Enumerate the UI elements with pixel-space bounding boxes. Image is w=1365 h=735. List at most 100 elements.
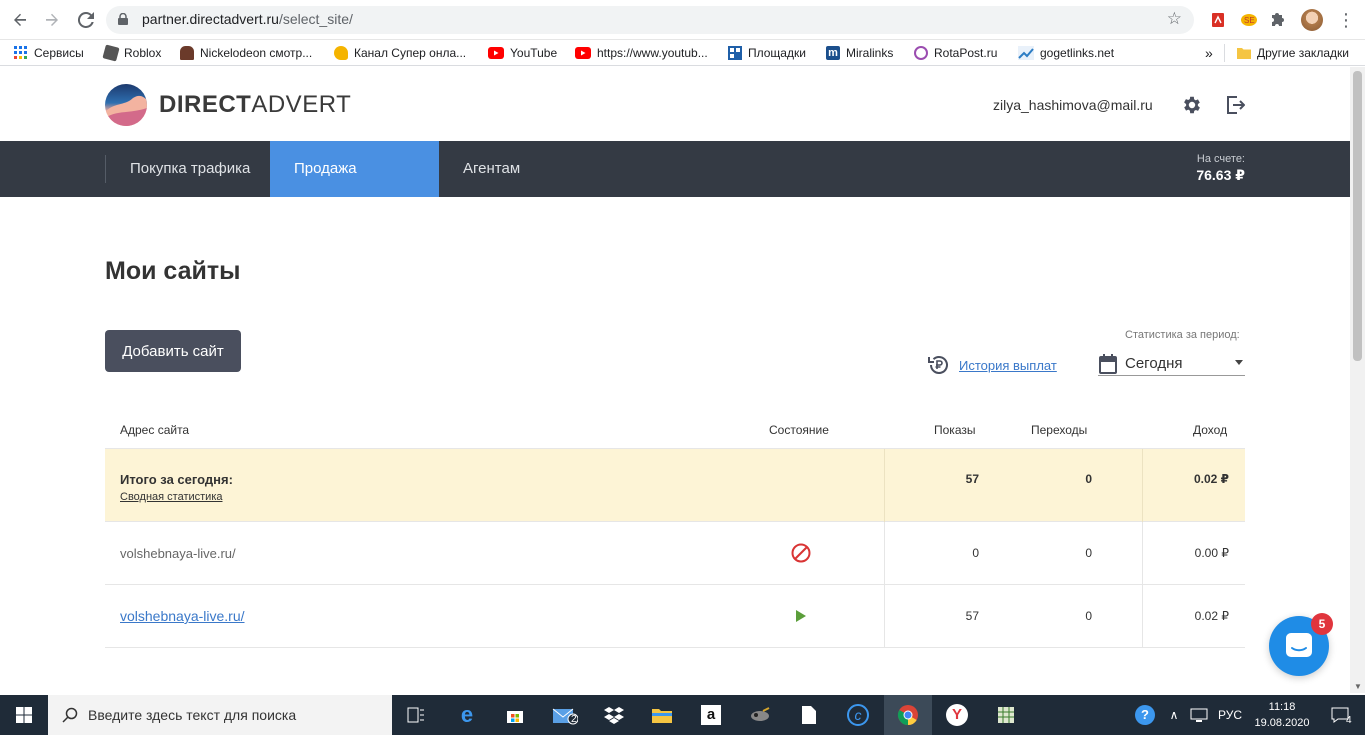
input-language[interactable]: РУС <box>1218 695 1242 735</box>
file-explorer-icon[interactable] <box>638 695 686 735</box>
store-icon[interactable] <box>491 695 539 735</box>
youtube-icon <box>575 47 591 59</box>
table-header: Адрес сайта Состояние Показы Переходы До… <box>105 415 1245 449</box>
roblox-icon <box>102 44 120 62</box>
header-views: Показы <box>934 423 976 437</box>
bookmark-youtube[interactable]: YouTube <box>488 44 557 62</box>
bookmark-platforms[interactable]: Площадки <box>728 44 806 62</box>
bookmark-gogetlinks[interactable]: gogetlinks.net <box>1018 44 1114 62</box>
column-divider <box>884 585 885 648</box>
windows-taskbar: Введите здесь текст для поиска e 2 a c Y… <box>0 695 1365 735</box>
url-text: partner.directadvert.ru/select_site/ <box>142 11 353 27</box>
menu-dots-icon[interactable]: ⋮ <box>1334 8 1358 32</box>
puzzle-extensions-icon[interactable] <box>1267 8 1291 32</box>
bookmark-label: Другие закладки <box>1257 46 1349 60</box>
document-icon[interactable] <box>785 695 833 735</box>
chrome-icon[interactable] <box>884 695 932 735</box>
app-icon[interactable] <box>736 695 784 735</box>
chart-icon <box>1018 46 1034 60</box>
network-icon[interactable] <box>1187 695 1211 735</box>
nav-sell-traffic[interactable]: Продажа трафика <box>270 141 439 233</box>
bookmark-label: YouTube <box>510 46 558 60</box>
edge-browser-icon[interactable]: e <box>443 695 491 735</box>
bookmarks-divider <box>1224 44 1225 62</box>
youtube-icon <box>488 47 504 59</box>
address-bar[interactable]: partner.directadvert.ru/select_site/ ☆ <box>106 6 1194 34</box>
bookmark-rotapost[interactable]: RotaPost.ru <box>914 44 997 62</box>
yandex-browser-icon[interactable]: Y <box>933 695 981 735</box>
mail-icon[interactable]: 2 <box>541 695 589 735</box>
blocked-status-icon <box>791 543 811 563</box>
bookmarks-bar: Сервисы Roblox Nickelodeon смотр... Кана… <box>0 40 1365 66</box>
forward-arrow-icon[interactable] <box>40 8 64 32</box>
summary-stats-link[interactable]: Сводная статистика <box>120 491 223 503</box>
amazon-icon[interactable]: a <box>687 695 735 735</box>
back-arrow-icon[interactable] <box>8 8 32 32</box>
nav-buy-traffic[interactable]: Покупка трафика <box>106 141 274 197</box>
lock-icon <box>118 13 128 25</box>
notifications-icon[interactable]: 4 <box>1320 695 1360 735</box>
gear-icon[interactable] <box>1181 94 1203 116</box>
bookmark-nickelodeon[interactable]: Nickelodeon смотр... <box>180 44 312 62</box>
site-address-link[interactable]: volshebnaya-live.ru/ <box>120 608 245 624</box>
header-clicks: Переходы <box>1031 423 1088 437</box>
ccleaner-icon[interactable]: c <box>834 695 882 735</box>
more-bookmarks-button[interactable]: » <box>1205 44 1213 62</box>
site-header: DIRECTADVERT zilya_hashimova@mail.ru <box>0 67 1350 141</box>
nav-agents[interactable]: Агентам <box>439 141 544 197</box>
calendar-icon <box>1099 354 1117 374</box>
reload-icon[interactable] <box>74 8 98 32</box>
page-scrollbar[interactable]: ▼ <box>1350 67 1365 693</box>
scroll-down-arrow-icon[interactable]: ▼ <box>1354 682 1362 691</box>
page-content: DIRECTADVERT zilya_hashimova@mail.ru Пок… <box>0 67 1350 693</box>
windows-start-button[interactable] <box>0 695 48 735</box>
bookmark-label: Roblox <box>124 46 162 60</box>
system-clock[interactable]: 11:18 19.08.2020 <box>1253 699 1311 731</box>
account-balance: На счете: 76.63 ₽ <box>1196 153 1245 184</box>
bookmark-services[interactable]: Сервисы <box>14 44 84 62</box>
help-icon[interactable]: ? <box>1130 695 1160 735</box>
period-label: Статистика за период: <box>1125 329 1240 341</box>
pdf-extension-icon[interactable] <box>1206 8 1230 32</box>
total-views: 57 <box>965 472 979 486</box>
add-site-button[interactable]: Добавить сайт <box>105 330 241 372</box>
period-select[interactable]: Сегодня <box>1098 352 1245 376</box>
user-email[interactable]: zilya_hashimova@mail.ru <box>993 97 1153 113</box>
extension-icon[interactable]: SE <box>1237 8 1261 32</box>
period-value: Сегодня <box>1125 355 1183 372</box>
directadvert-logo[interactable]: DIRECTADVERT <box>105 84 351 126</box>
bookmark-super-channel[interactable]: Канал Супер онла... <box>334 44 466 62</box>
taskbar-search[interactable]: Введите здесь текст для поиска <box>48 695 392 735</box>
bookmark-roblox[interactable]: Roblox <box>102 44 162 62</box>
column-divider <box>884 449 885 522</box>
balance-value: 76.63 ₽ <box>1196 167 1245 183</box>
bookmark-label: Канал Супер онла... <box>354 46 467 60</box>
total-income: 0.02 ₽ <box>1193 472 1229 486</box>
payout-history-link[interactable]: История выплат <box>927 354 1057 376</box>
miralinks-icon: m <box>826 46 840 60</box>
search-icon <box>62 707 78 723</box>
site-address: volshebnaya-live.ru/ <box>120 546 236 561</box>
other-bookmarks[interactable]: Другие закладки <box>1237 44 1349 62</box>
play-status-icon[interactable] <box>795 609 807 623</box>
bookmark-youtube-url[interactable]: https://www.youtub... <box>575 44 708 62</box>
search-placeholder: Введите здесь текст для поиска <box>88 707 297 723</box>
site-clicks: 0 <box>1085 609 1092 623</box>
clock-time: 11:18 <box>1268 701 1296 713</box>
logout-icon[interactable] <box>1225 95 1245 115</box>
rotapost-icon <box>914 46 928 60</box>
column-divider <box>1142 522 1143 585</box>
dropbox-icon[interactable] <box>590 695 638 735</box>
nickelodeon-icon <box>180 46 194 60</box>
bookmark-star-icon[interactable]: ☆ <box>1167 9 1182 29</box>
bookmark-label: Площадки <box>748 46 806 60</box>
total-label: Итого за сегодня: <box>120 472 233 487</box>
bookmark-miralinks[interactable]: m Miralinks <box>826 44 893 62</box>
tray-chevron-up-icon[interactable]: ∧ <box>1163 695 1185 735</box>
logo-mark <box>105 84 147 126</box>
spreadsheet-app-icon[interactable] <box>982 695 1030 735</box>
folder-icon <box>1237 48 1251 59</box>
scrollbar-thumb[interactable] <box>1353 71 1362 361</box>
task-view-icon[interactable] <box>392 695 440 735</box>
profile-avatar[interactable] <box>1300 8 1324 32</box>
